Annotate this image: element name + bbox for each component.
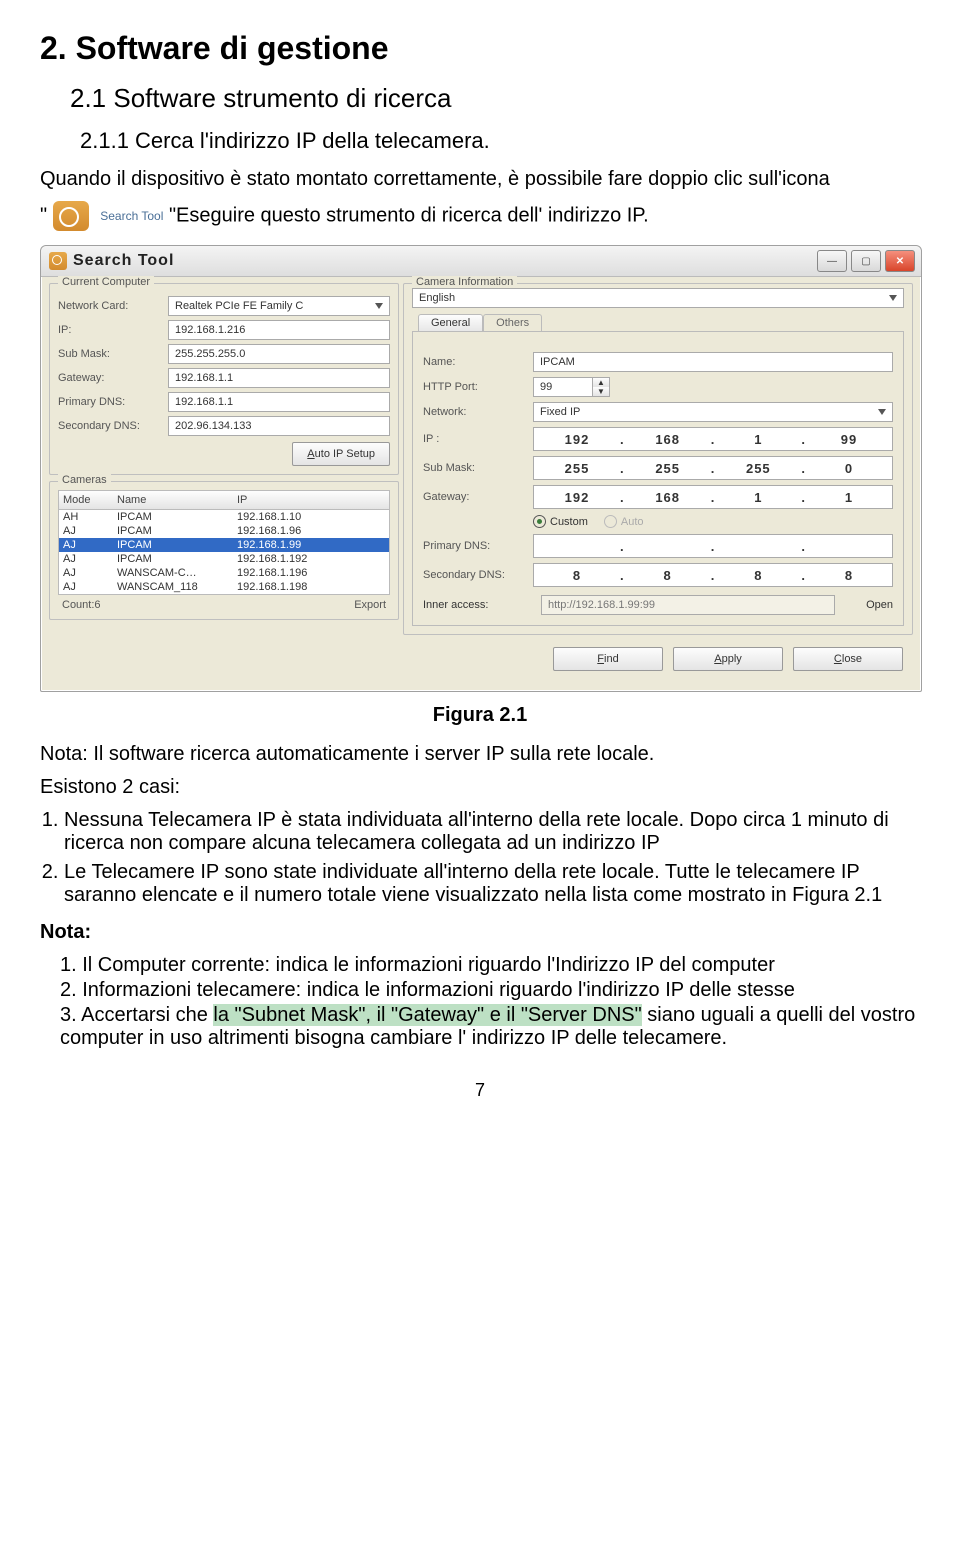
window-minimize-button[interactable]: —	[817, 250, 847, 272]
intro-text-line1: Quando il dispositivo è stato montato co…	[40, 168, 920, 191]
cases-list: Nessuna Telecamera IP è stata individuat…	[64, 809, 920, 907]
camera-row[interactable]: AJWANSCAM-C…192.168.1.196	[59, 566, 389, 580]
dns-custom-radio[interactable]: Custom	[533, 515, 588, 528]
camera-primary-dns-label: Primary DNS:	[423, 540, 533, 552]
camera-primary-dns-input[interactable]: ...	[533, 534, 893, 558]
camera-row[interactable]: AJIPCAM192.168.1.99	[59, 538, 389, 552]
computer-gateway-label: Gateway:	[58, 372, 168, 384]
http-port-stepper[interactable]: 99 ▲▼	[533, 377, 610, 397]
camera-name-input[interactable]: IPCAM	[533, 352, 893, 372]
tab-general-content: Name: IPCAM HTTP Port: 99 ▲▼ Network: Fi…	[412, 331, 904, 626]
heading-3: 2.1.1 Cerca l'indirizzo IP della telecam…	[40, 128, 920, 154]
search-tool-icon-label: Search Tool	[100, 209, 163, 223]
find-button[interactable]: Find	[553, 647, 663, 671]
computer-gateway-input[interactable]: 192.168.1.1	[168, 368, 390, 388]
tab-general[interactable]: General	[418, 314, 483, 331]
window-icon	[49, 252, 67, 270]
current-computer-legend: Current Computer	[58, 276, 154, 288]
quote-open: "	[40, 204, 47, 226]
computer-secondary-dns-label: Secondary DNS:	[58, 420, 168, 432]
note2-highlight: la "Subnet Mask", il "Gateway" e il "Ser…	[213, 1004, 641, 1026]
network-type-select[interactable]: Fixed IP	[533, 402, 893, 422]
camera-info-legend: Camera Information	[412, 276, 517, 288]
computer-secondary-dns-input[interactable]: 202.96.134.133	[168, 416, 390, 436]
auto-ip-setup-button[interactable]: Auto IP Setup	[292, 442, 390, 466]
stepper-down-icon[interactable]: ▼	[593, 387, 609, 396]
note2-item: 2. Informazioni telecamere: indica le in…	[60, 979, 920, 1002]
heading-2: 2.1 Software strumento di ricerca	[40, 83, 920, 114]
window-maximize-button[interactable]: ▢	[851, 250, 881, 272]
camera-ip-input[interactable]: 192.168.1.99	[533, 427, 893, 451]
search-tool-app-icon	[53, 201, 89, 231]
camera-row[interactable]: AJWANSCAM_118192.168.1.198	[59, 580, 389, 594]
col-name: Name	[117, 494, 237, 506]
current-computer-group: Current Computer Network Card: Realtek P…	[49, 283, 399, 475]
http-port-label: HTTP Port:	[423, 381, 533, 393]
computer-primary-dns-label: Primary DNS:	[58, 396, 168, 408]
camera-name-label: Name:	[423, 356, 533, 368]
cases-intro: Esistono 2 casi:	[40, 776, 920, 799]
inner-access-url: http://192.168.1.99:99	[541, 595, 835, 615]
computer-ip-label: IP:	[58, 324, 168, 336]
tabs: General Others	[418, 314, 904, 331]
camera-info-group: Camera Information English General Other…	[403, 283, 913, 635]
note2-item-3: 3. Accertarsi che la "Subnet Mask", il "…	[60, 1004, 920, 1050]
stepper-up-icon[interactable]: ▲	[593, 378, 609, 387]
case-item: Nessuna Telecamera IP è stata individuat…	[64, 809, 920, 855]
camera-secondary-dns-label: Secondary DNS:	[423, 569, 533, 581]
page-number: 7	[40, 1080, 920, 1101]
camera-secondary-dns-input[interactable]: 8.8.8.8	[533, 563, 893, 587]
col-ip: IP	[237, 494, 385, 506]
note-text: Nota: Il software ricerca automaticament…	[40, 743, 920, 766]
inner-access-label: Inner access:	[423, 599, 533, 611]
note2-item: 1. Il Computer corrente: indica le infor…	[60, 954, 920, 977]
camera-ip-label: IP :	[423, 433, 533, 445]
cameras-count: Count:6	[62, 599, 101, 611]
window-title: Search Tool	[73, 252, 174, 270]
window-titlebar[interactable]: Search Tool — ▢ ✕	[41, 246, 921, 277]
case-item: Le Telecamere IP sono state individuate …	[64, 861, 920, 907]
camera-gateway-label: Gateway:	[423, 491, 533, 503]
dns-mode-radiogroup: Custom Auto	[533, 515, 893, 528]
camera-submask-input[interactable]: 255.255.255.0	[533, 456, 893, 480]
camera-row[interactable]: AJIPCAM192.168.1.96	[59, 524, 389, 538]
network-card-label: Network Card:	[58, 300, 168, 312]
camera-gateway-input[interactable]: 192.168.1.1	[533, 485, 893, 509]
inner-access-open-link[interactable]: Open	[843, 599, 893, 611]
camera-submask-label: Sub Mask:	[423, 462, 533, 474]
window-footer: Find Apply Close	[403, 641, 913, 681]
tab-others[interactable]: Others	[483, 314, 542, 331]
computer-primary-dns-input[interactable]: 192.168.1.1	[168, 392, 390, 412]
cameras-group: Cameras Mode Name IP AHIPCAM192.168.1.10…	[49, 481, 399, 620]
camera-row[interactable]: AHIPCAM192.168.1.10	[59, 510, 389, 524]
heading-1: 2. Software di gestione	[40, 30, 920, 67]
col-mode: Mode	[63, 494, 117, 506]
computer-submask-label: Sub Mask:	[58, 348, 168, 360]
search-tool-window: Search Tool — ▢ ✕ Current Computer Netwo…	[40, 245, 922, 692]
note2-title: Nota:	[40, 921, 920, 944]
camera-row[interactable]: AJIPCAM192.168.1.192	[59, 552, 389, 566]
cameras-legend: Cameras	[58, 474, 111, 486]
intro-text-line2: " Search Tool "Eseguire questo strumento…	[40, 201, 920, 231]
figure-caption: Figura 2.1	[40, 704, 920, 727]
cameras-list[interactable]: AHIPCAM192.168.1.10AJIPCAM192.168.1.96AJ…	[58, 510, 390, 595]
dns-auto-radio: Auto	[604, 515, 644, 528]
network-card-select[interactable]: Realtek PCIe FE Family C	[168, 296, 390, 316]
network-type-label: Network:	[423, 406, 533, 418]
computer-ip-input[interactable]: 192.168.1.216	[168, 320, 390, 340]
computer-submask-input[interactable]: 255.255.255.0	[168, 344, 390, 364]
close-button[interactable]: Close	[793, 647, 903, 671]
language-select[interactable]: English	[412, 288, 904, 308]
intro-text-tail: "Eseguire questo strumento di ricerca de…	[169, 204, 649, 226]
window-close-button[interactable]: ✕	[885, 250, 915, 272]
cameras-export[interactable]: Export	[354, 599, 386, 611]
cameras-header[interactable]: Mode Name IP	[58, 490, 390, 510]
apply-button[interactable]: Apply	[673, 647, 783, 671]
